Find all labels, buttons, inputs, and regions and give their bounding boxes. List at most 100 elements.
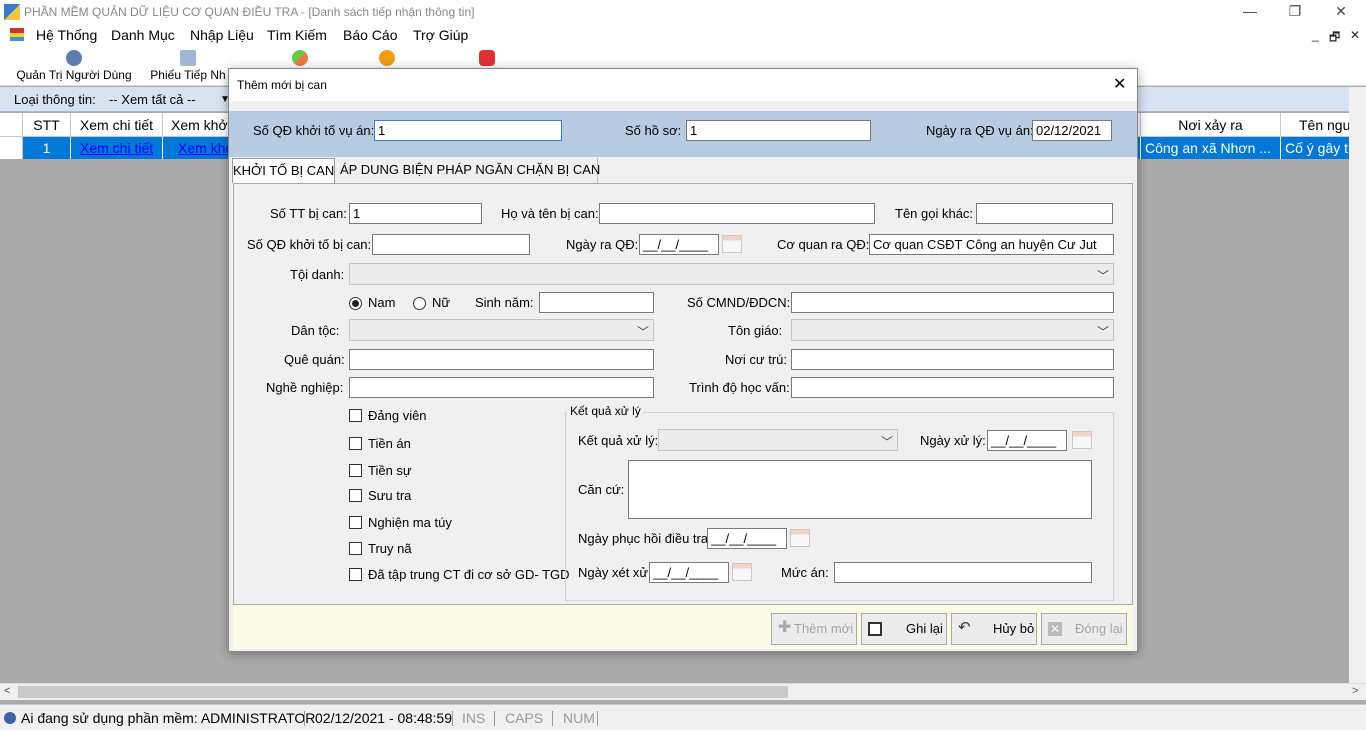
education-input[interactable]	[791, 377, 1114, 398]
calendar-icon[interactable]	[722, 235, 742, 253]
prior-offense-label: Tiền sự	[368, 463, 412, 478]
rehab-checkbox[interactable]	[349, 568, 362, 581]
ethnicity-label: Dân tộc:	[291, 323, 340, 338]
add-new-button[interactable]: ✚ Thêm mới	[771, 613, 857, 645]
job-input[interactable]	[349, 377, 654, 398]
tools-icon[interactable]	[292, 50, 308, 66]
charge-select[interactable]: ﹀	[349, 263, 1114, 285]
column-header-detail[interactable]: Xem chi tiết	[71, 113, 163, 137]
info-type-select[interactable]: -- Xem tất cả -- ▼	[104, 90, 234, 109]
column-header-prosecute[interactable]: Xem khở	[163, 113, 229, 137]
fullname-input[interactable]	[599, 203, 875, 224]
case-header: Số QĐ khởi tố vụ án: 1 Số hồ sơ: 1 Ngày …	[229, 111, 1137, 157]
dialog-close-icon[interactable]: ✕	[1113, 74, 1126, 94]
status-separator	[597, 711, 598, 726]
criminal-record-checkbox[interactable]	[349, 437, 362, 450]
calendar-icon[interactable]	[1072, 431, 1092, 449]
cancel-button[interactable]: ↶ Hủy bỏ	[951, 613, 1037, 645]
user-admin-button[interactable]: Quản Trị Người Dùng	[13, 48, 135, 84]
charge-label: Tội danh:	[290, 267, 345, 282]
column-header-place[interactable]: Nơi xảy ra	[1141, 113, 1281, 137]
menu-danh-muc[interactable]: Danh Mục	[111, 27, 175, 43]
menu-tro-giup[interactable]: Trợ Giúp	[413, 27, 468, 43]
hometown-input[interactable]	[349, 349, 654, 370]
wanted-checkbox[interactable]	[349, 542, 362, 555]
case-date-input[interactable]: 02/12/2021	[1032, 120, 1112, 141]
tab-prosecute-suspect[interactable]: KHỞI TỐ BỊ CAN	[232, 158, 335, 183]
gender-female-radio[interactable]	[413, 297, 426, 310]
party-member-label: Đảng viên	[368, 408, 427, 423]
plus-icon: ✚	[778, 619, 792, 636]
decision-date-label: Ngày ra QĐ:	[566, 237, 639, 252]
mdi-close-button[interactable]: ✕	[1350, 28, 1360, 42]
menu-bao-cao[interactable]: Báo Cáo	[343, 27, 397, 43]
ethnicity-select[interactable]: ﹀	[349, 319, 654, 341]
calendar-icon[interactable]	[732, 563, 752, 581]
status-user: Ai đang sử dụng phần mềm: ADMINISTRATOR	[21, 710, 316, 726]
agency-input[interactable]: Cơ quan CSĐT Công an huyện Cư Jut	[869, 234, 1114, 255]
restore-date-input[interactable]: __/__/____	[707, 528, 787, 549]
gender-male-radio[interactable]	[349, 297, 362, 310]
window-title: PHẦN MỀM QUẢN DỮ LIỆU CƠ QUAN ĐIỀU TRA -…	[24, 5, 475, 19]
process-date-input[interactable]: __/__/____	[987, 430, 1067, 451]
cell-stt[interactable]: 1	[23, 137, 71, 159]
birth-year-label: Sinh năm:	[475, 295, 534, 310]
scroll-right-icon[interactable]: >	[1352, 685, 1358, 697]
residence-label: Nơi cư trú:	[725, 352, 788, 367]
row-selector[interactable]	[0, 137, 23, 159]
prosecute-cell[interactable]: Xem khở	[163, 137, 229, 159]
mdi-icon[interactable]	[10, 28, 24, 41]
result-group-title: Kết quả xử lý	[567, 404, 644, 418]
vertical-scrollbar[interactable]	[1349, 87, 1366, 683]
mdi-minimize-button[interactable]: _	[1312, 28, 1319, 42]
stt-input[interactable]: 1	[349, 203, 482, 224]
decision-no-input[interactable]	[372, 234, 530, 255]
detail-link[interactable]: Xem chi tiết	[80, 140, 153, 156]
save-button[interactable]: Ghi lại	[861, 613, 947, 645]
decision-date-input[interactable]: __/__/____	[639, 234, 719, 255]
party-member-checkbox[interactable]	[349, 409, 362, 422]
alias-label: Tên gọi khác:	[895, 206, 974, 221]
calendar-icon[interactable]	[790, 529, 810, 547]
minimize-button[interactable]: —	[1227, 0, 1273, 24]
power-icon[interactable]	[479, 50, 495, 66]
prior-offense-checkbox[interactable]	[349, 464, 362, 477]
prosecute-link[interactable]: Xem khở	[178, 140, 228, 156]
scroll-left-icon[interactable]: <	[4, 685, 10, 697]
basis-label: Căn cứ:	[578, 482, 625, 497]
id-input[interactable]	[791, 292, 1114, 313]
result-select[interactable]: ﹀	[658, 429, 898, 451]
result-label: Kết quả xử lý:	[578, 433, 659, 448]
scroll-thumb[interactable]	[18, 686, 788, 698]
horizontal-scrollbar[interactable]: < >	[0, 683, 1366, 700]
close-dialog-button[interactable]: ✕ Đóng lại	[1041, 613, 1127, 645]
residence-input[interactable]	[791, 349, 1114, 370]
menu-he-thong[interactable]: Hệ Thống	[36, 27, 97, 43]
column-header-stt[interactable]: STT	[23, 113, 71, 137]
info-type-value: -- Xem tất cả --	[109, 92, 196, 107]
alias-input[interactable]	[976, 203, 1113, 224]
menu-tim-kiem[interactable]: Tìm Kiếm	[267, 27, 327, 43]
restore-button[interactable]: ❐	[1272, 0, 1318, 24]
status-datetime: 02/12/2021 - 08:48:59	[315, 710, 453, 726]
drug-addict-checkbox[interactable]	[349, 516, 362, 529]
sentence-input[interactable]	[834, 562, 1092, 583]
button-bar: ✚ Thêm mới Ghi lại ↶ Hủy bỏ ✕ Đóng lại	[233, 605, 1133, 649]
basis-textarea[interactable]	[628, 460, 1092, 519]
forward-icon[interactable]	[379, 50, 395, 66]
table-row[interactable]: Xem chi tiết	[71, 137, 163, 159]
file-no-input[interactable]: 1	[686, 120, 871, 141]
surveillance-checkbox[interactable]	[349, 489, 362, 502]
case-decision-input[interactable]: 1	[374, 120, 562, 141]
menu-nhap-lieu[interactable]: Nhập Liệu	[190, 27, 254, 43]
tab-preventive-measures[interactable]: ÁP DUNG BIỆN PHÁP NGĂN CHẶN BỊ CAN	[340, 158, 600, 183]
trial-date-input[interactable]: __/__/____	[649, 562, 729, 583]
cell-place[interactable]: Công an xã Nhơn ...	[1141, 137, 1281, 159]
birth-year-input[interactable]	[539, 292, 654, 313]
close-button[interactable]: ✕	[1318, 0, 1364, 24]
chevron-down-icon: ﹀	[1096, 325, 1109, 339]
religion-select[interactable]: ﹀	[791, 319, 1114, 341]
info-type-label: Loại thông tin:	[14, 92, 96, 107]
receipt-button[interactable]: Phiếu Tiếp Nh	[148, 48, 228, 84]
gear-icon	[4, 712, 16, 724]
